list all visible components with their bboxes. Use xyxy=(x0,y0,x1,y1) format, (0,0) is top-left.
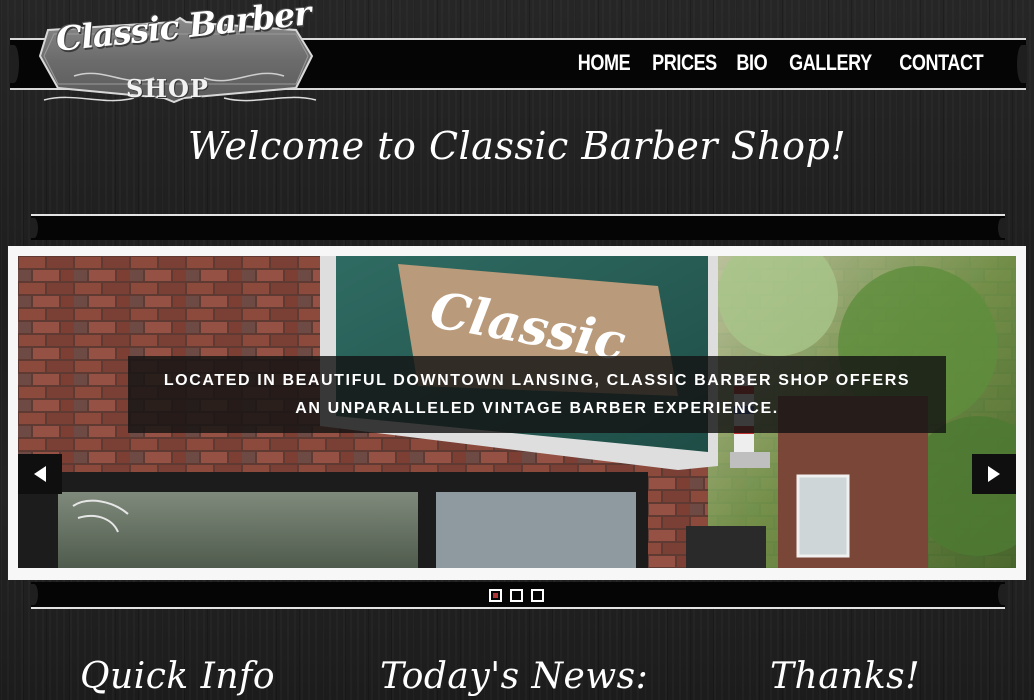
nav-link-gallery[interactable]: GALLERY xyxy=(788,50,872,76)
slider-pagination xyxy=(489,589,544,602)
slider-dot-2[interactable] xyxy=(510,589,523,602)
caption-text: Located in beautiful downtown Lansing, C… xyxy=(163,371,911,417)
todays-news-heading: Today's News: xyxy=(380,656,649,697)
page-title: Welcome to Classic Barber Shop! xyxy=(187,124,847,168)
quick-info-heading: Quick Info xyxy=(80,656,276,697)
slide-image: Classic Located in beautiful downtown La… xyxy=(18,256,1016,568)
image-slider: Classic Located in beautiful downtown La… xyxy=(8,246,1026,580)
slider-dot-3[interactable] xyxy=(531,589,544,602)
slider-next-button[interactable] xyxy=(972,454,1016,494)
arrow-left-icon xyxy=(34,466,46,482)
thanks-heading: Thanks! xyxy=(770,656,921,697)
logo-subtitle: SHOP xyxy=(126,74,209,103)
arrow-right-icon xyxy=(988,466,1000,482)
nav-link-contact[interactable]: CONTACT xyxy=(898,50,984,76)
nav-link-home[interactable]: HOME xyxy=(577,50,631,76)
slider-prev-button[interactable] xyxy=(18,454,62,494)
nav-link-prices[interactable]: PRICES xyxy=(652,50,718,76)
main-nav: HOME PRICES BIO GALLERY CONTACT xyxy=(572,50,992,76)
slide-caption: Located in beautiful downtown Lansing, C… xyxy=(128,356,946,433)
slider-dot-1[interactable] xyxy=(489,589,502,602)
site-logo[interactable]: Classic Barber SHOP xyxy=(34,0,326,108)
ribbon-divider-top xyxy=(30,214,1006,240)
nav-link-bio[interactable]: BIO xyxy=(736,50,768,76)
